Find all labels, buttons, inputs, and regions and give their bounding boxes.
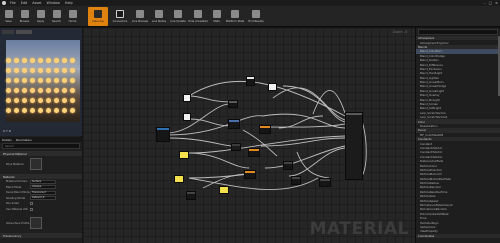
- lerp-node[interactable]: [231, 143, 241, 151]
- component-mask-node[interactable]: [186, 191, 196, 200]
- texture-sample-node[interactable]: [228, 119, 240, 129]
- live-update-button[interactable]: Live Update: [170, 7, 186, 26]
- save-icon: [4, 10, 13, 18]
- texture-node-orange-2[interactable]: [248, 148, 260, 157]
- texture-node-orange[interactable]: [259, 125, 271, 134]
- details-search-placeholder: Search: [5, 144, 14, 148]
- translucency-section[interactable]: Translucency: [0, 233, 82, 238]
- connectors-icon: [116, 10, 124, 18]
- scalar-param-node-yellow-2[interactable]: [174, 175, 184, 183]
- hide-unrelated-button[interactable]: Hide Unrelated: [188, 7, 208, 26]
- two-sided-checkbox[interactable]: [30, 202, 33, 206]
- zoom-level: Zoom -3: [392, 30, 407, 34]
- find-results-icon: [252, 10, 260, 18]
- scalar-param-node-yellow[interactable]: [179, 151, 189, 159]
- phys-material-label: Phys Material: [6, 162, 24, 166]
- texture-coordinate-node[interactable]: [156, 127, 170, 142]
- live-update-icon: [174, 10, 182, 18]
- subsurface-thumbnail[interactable]: [30, 217, 42, 229]
- add-node[interactable]: [246, 76, 255, 86]
- node-wires: [167, 80, 367, 190]
- blend-mode-select[interactable]: Opaque: [30, 185, 56, 190]
- live-nodes-icon: [155, 10, 163, 18]
- multiply-node[interactable]: [228, 100, 238, 108]
- close-icon[interactable]: ×: [495, 1, 498, 5]
- one-minus-node[interactable]: [319, 178, 331, 187]
- hide-unrelated-icon: [194, 10, 202, 18]
- menu-asset[interactable]: Asset: [32, 1, 41, 5]
- palette-search-input[interactable]: [418, 29, 498, 35]
- viewport-view-mode-button[interactable]: [16, 30, 32, 34]
- apply-icon: [36, 10, 45, 18]
- details-panel: Details Parameters Search Physical Mater…: [0, 137, 82, 243]
- platform-stats-icon: [231, 10, 239, 18]
- scalar-param-node-yellow-3[interactable]: [219, 186, 229, 194]
- menu-help[interactable]: Help: [65, 1, 73, 5]
- material-graph[interactable]: Zoom -3 MATERIAL: [83, 28, 415, 243]
- menu-window[interactable]: Window: [47, 1, 60, 5]
- power-node[interactable]: [291, 176, 301, 185]
- clamp-node[interactable]: [283, 161, 293, 170]
- home-button[interactable]: Home: [66, 7, 79, 26]
- use-material-attributes-checkbox[interactable]: [30, 207, 33, 211]
- minimize-icon[interactable]: –: [484, 1, 486, 5]
- clean-up-button[interactable]: Clean Up: [88, 7, 108, 26]
- viewport-toolbar: [2, 30, 32, 34]
- search-button[interactable]: Search: [50, 7, 63, 26]
- axis-indicator: X Y Z: [3, 129, 11, 133]
- material-output-node[interactable]: [345, 112, 363, 180]
- window-controls: – □ ×: [484, 1, 498, 5]
- palette-category[interactable]: Coordinates: [416, 233, 500, 238]
- live-preview-button[interactable]: Live Preview: [132, 7, 148, 26]
- stats-button[interactable]: Stats: [210, 7, 223, 26]
- texture-node-orange-3[interactable]: [244, 170, 256, 179]
- lit-windows: [6, 58, 76, 115]
- constant-node-white-2[interactable]: [183, 113, 191, 121]
- phys-material-row: Phys Material: [0, 156, 82, 172]
- app-logo-icon: [2, 1, 6, 5]
- tab-details[interactable]: Details: [2, 138, 12, 142]
- apply-button[interactable]: Apply: [34, 7, 47, 26]
- subsurface-row: Subsurface Profile: [0, 215, 82, 231]
- stats-icon: [212, 10, 221, 18]
- constant-node-white-3[interactable]: [268, 83, 277, 91]
- tab-parameters[interactable]: Parameters: [16, 138, 32, 142]
- home-icon: [68, 10, 77, 18]
- details-tabs: Details Parameters: [0, 137, 82, 142]
- live-preview-icon: [136, 10, 144, 18]
- find-results-button[interactable]: Find Results: [247, 7, 265, 26]
- subsurface-label: Subsurface Profile: [6, 221, 30, 225]
- clean-up-icon: [94, 10, 102, 18]
- palette-panel: Atmosphere AtmosphericFogColor Blends Blend…: [415, 28, 500, 243]
- browse-button[interactable]: Browse: [18, 7, 31, 26]
- folder-icon: [20, 10, 29, 18]
- material-domain-select[interactable]: Surface: [30, 179, 56, 184]
- toolbar: Save Browse Apply Search Home Clean Up C…: [0, 6, 500, 27]
- phys-material-thumbnail[interactable]: [30, 158, 42, 170]
- platform-stats-button[interactable]: Platform Stats: [226, 7, 244, 26]
- save-button[interactable]: Save: [2, 7, 15, 26]
- palette-list: Atmosphere AtmosphericFogColor Blends Blend…: [416, 36, 500, 238]
- decal-blend-mode-select[interactable]: Translucent: [30, 190, 56, 195]
- prop-row: Use Material Attr: [0, 207, 82, 213]
- material-watermark: MATERIAL: [309, 219, 409, 239]
- maximize-icon[interactable]: □: [489, 1, 492, 5]
- details-search-input[interactable]: Search: [2, 143, 80, 149]
- search-icon: [52, 10, 61, 18]
- live-nodes-button[interactable]: Live Nodes: [151, 7, 167, 26]
- viewport-menu-button[interactable]: [2, 30, 14, 34]
- menu-edit[interactable]: Edit: [21, 1, 28, 5]
- menu-file[interactable]: File: [10, 1, 16, 5]
- connectors-button[interactable]: Connectors: [111, 7, 129, 26]
- left-panel: X Y Z Details Parameters Search Physical…: [0, 28, 82, 243]
- shading-model-select[interactable]: Default Lit: [30, 196, 56, 201]
- preview-viewport[interactable]: X Y Z: [0, 28, 82, 136]
- constant-node-white[interactable]: [183, 94, 191, 102]
